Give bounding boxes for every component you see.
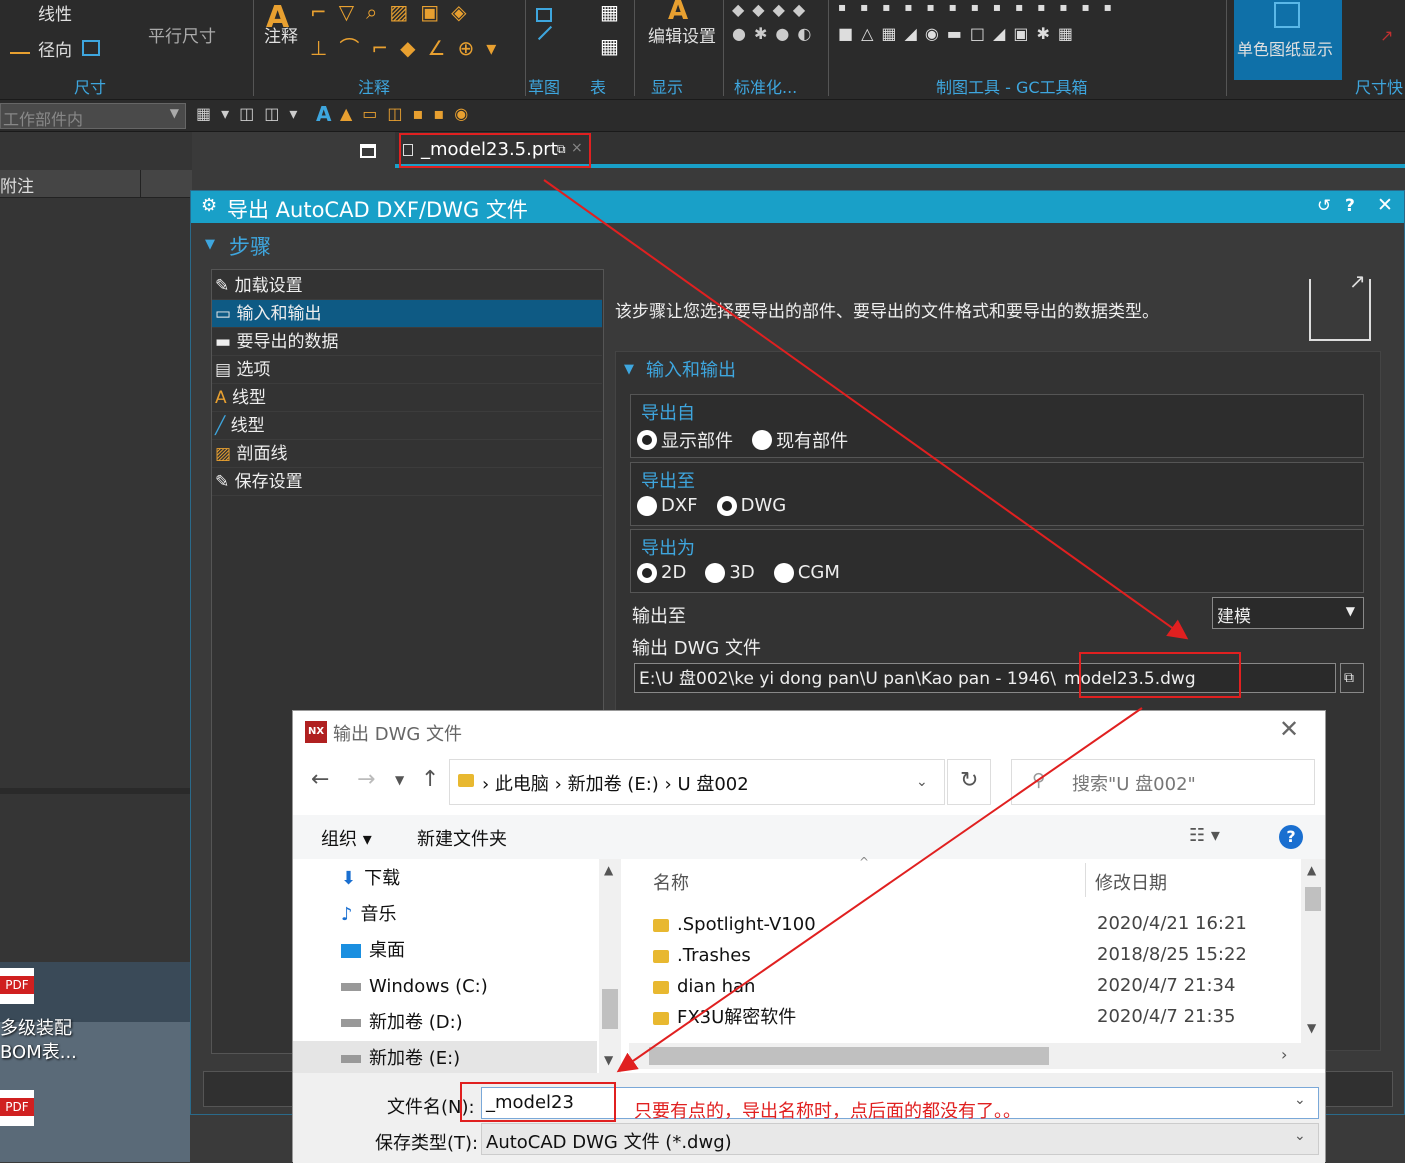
- arrow-2: [616, 707, 1143, 1073]
- annotation-arrows: [543, 179, 1189, 1073]
- arrow-1: [543, 179, 1189, 640]
